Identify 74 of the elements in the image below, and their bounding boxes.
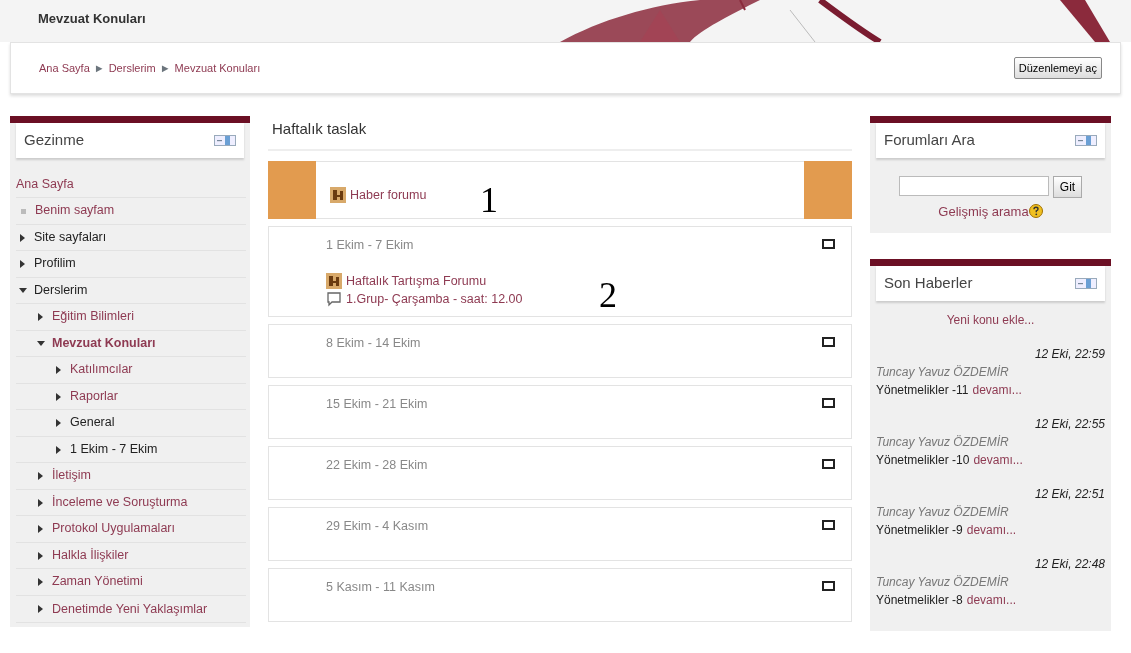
block-title: Son Haberler (884, 273, 973, 293)
chat-icon (326, 291, 342, 308)
post-date: 12 Eki, 22:59 (1033, 345, 1105, 363)
advanced-search-link[interactable]: Gelişmiş arama (938, 201, 1029, 221)
search-field[interactable] (898, 175, 1049, 196)
post-author: Tuncay Yavuz ÖZDEMİR (876, 503, 1010, 521)
annotation-number: 1 (480, 181, 498, 218)
forum-icon (326, 273, 342, 290)
post-subject: Yönetmelikler -8 (876, 591, 963, 609)
nav-item[interactable]: Eğitim Bilimleri (52, 304, 134, 330)
edit-toggle-button[interactable]: Düzenlemeyi aç (1013, 56, 1102, 80)
week-title: 1 Ekim - 7 Ekim (326, 236, 414, 254)
toggle-square-icon[interactable] (822, 337, 835, 348)
nav-item[interactable]: Denetimde Yeni Yaklaşımlar (52, 595, 208, 622)
forum-icon (330, 186, 346, 203)
nav-item[interactable]: Zaman Yönetimi (52, 569, 143, 595)
toggle-square-icon[interactable] (822, 459, 835, 470)
dock-icon[interactable] (214, 134, 236, 146)
activity-link[interactable]: Haftalık Tartışma Forumu (346, 272, 487, 291)
annotation-number: 2 (599, 276, 617, 313)
page-title: Mevzuat Konuları (37, 10, 146, 28)
week-title: 15 Ekim - 21 Ekim (326, 396, 428, 414)
post-author: Tuncay Yavuz ÖZDEMİR (876, 433, 1010, 451)
read-more-link[interactable]: devamı... (973, 450, 1023, 469)
week-title: 29 Ekim - 4 Kasım (326, 518, 429, 536)
nav-item[interactable]: 1 Ekim - 7 Ekim (70, 436, 158, 462)
bullet-icon (21, 209, 26, 214)
nav-item[interactable]: Katılımcılar (70, 357, 133, 383)
highlight-bar (804, 160, 852, 219)
nav-item[interactable]: İletişim (52, 463, 91, 489)
post-date: 12 Eki, 22:55 (1033, 415, 1105, 433)
post-author: Tuncay Yavuz ÖZDEMİR (876, 573, 1010, 591)
read-more-link[interactable]: devamı... (972, 380, 1022, 399)
breadcrumb-separator: ► (93, 60, 105, 76)
block-title: Gezinme (24, 130, 85, 150)
dock-icon[interactable] (1075, 134, 1097, 146)
breadcrumb-link[interactable]: Derslerim (108, 59, 156, 77)
search-button[interactable]: Git (1052, 175, 1083, 198)
section-heading: Haftalık taslak (268, 116, 852, 151)
toggle-square-icon[interactable] (822, 520, 835, 531)
week-title: 5 Kasım - 11 Kasım (326, 579, 435, 597)
nav-item[interactable]: Derslerim (34, 277, 88, 303)
week-title: 8 Ekim - 14 Ekim (326, 335, 421, 353)
nav-item[interactable]: İnceleme ve Soruşturma (52, 489, 188, 515)
post-subject: Yönetmelikler -10 (876, 451, 970, 469)
post-subject: Yönetmelikler -11 (876, 381, 969, 399)
block-title: Forumları Ara (884, 130, 975, 150)
breadcrumb-link[interactable]: Mevzuat Konuları (174, 59, 261, 77)
nav-item[interactable]: Benim sayfam (35, 198, 115, 224)
post-date: 12 Eki, 22:48 (1033, 555, 1105, 573)
post-date: 12 Eki, 22:51 (1033, 485, 1105, 503)
breadcrumb-link[interactable]: Ana Sayfa (39, 59, 90, 77)
activity-link[interactable]: 1.Grup- Çarşamba - saat: 12.00 (346, 290, 523, 309)
nav-item[interactable]: Halkla İlişkiler (52, 542, 129, 568)
read-more-link[interactable]: devamı... (966, 520, 1017, 539)
activity-link[interactable]: Haber forumu (350, 185, 427, 204)
dock-icon[interactable] (1075, 277, 1097, 289)
toggle-square-icon[interactable] (822, 398, 835, 409)
help-icon[interactable] (1028, 204, 1043, 219)
post-subject: Yönetmelikler -9 (876, 521, 963, 539)
week-title: 22 Ekim - 28 Ekim (326, 457, 428, 475)
nav-item[interactable]: Profilim (34, 251, 76, 277)
read-more-link[interactable]: devamı... (966, 590, 1017, 609)
nav-item[interactable]: Protokol Uygulamaları (52, 516, 175, 542)
breadcrumb-separator: ► (159, 60, 171, 76)
nav-item[interactable]: General (70, 410, 115, 436)
add-topic-link[interactable]: Yeni konu ekle... (946, 312, 1035, 327)
toggle-square-icon[interactable] (822, 238, 835, 249)
post-author: Tuncay Yavuz ÖZDEMİR (876, 363, 1010, 381)
toggle-square-icon[interactable] (822, 581, 835, 592)
nav-item[interactable]: Ana Sayfa (16, 171, 74, 197)
nav-item[interactable]: Raporlar (70, 383, 118, 409)
nav-item[interactable]: Site sayfaları (34, 224, 107, 250)
nav-item[interactable]: Mevzuat Konuları (52, 330, 156, 356)
